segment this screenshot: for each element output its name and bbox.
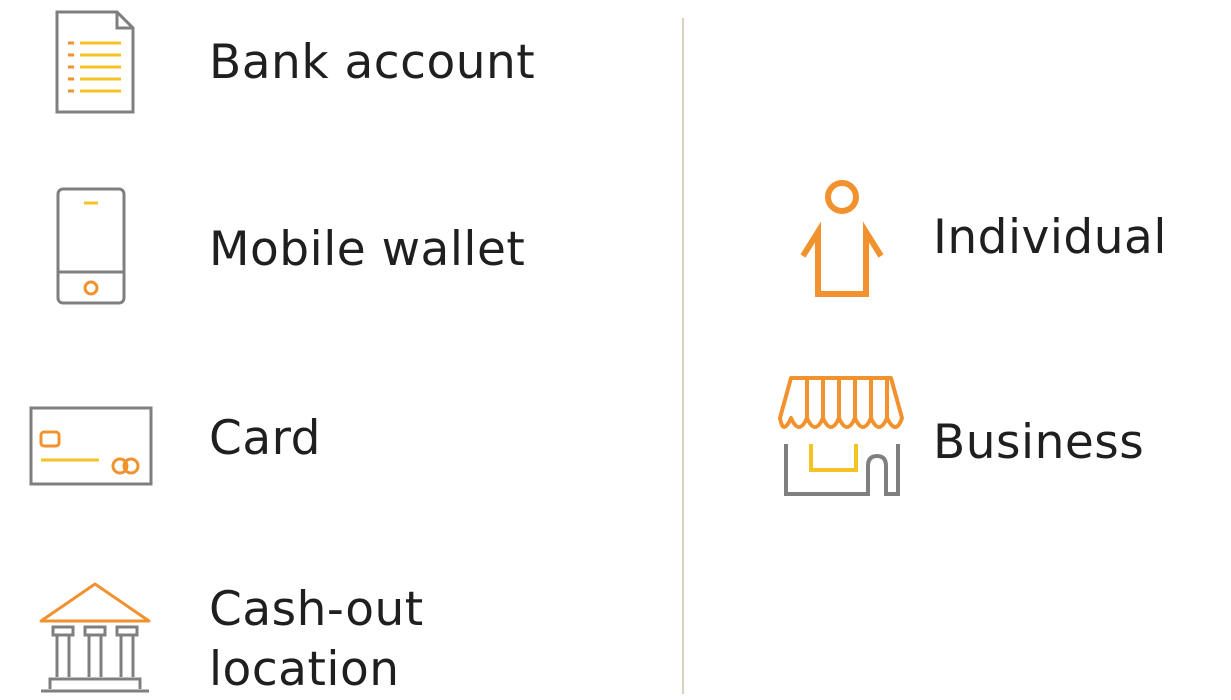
card-label: Card (209, 411, 321, 466)
bank-building-icon (39, 582, 151, 693)
mobile-wallet-label: Mobile wallet (209, 222, 526, 277)
cash-out-label-line1: Cash-out (209, 582, 424, 637)
cash-out-label-line2: location (209, 642, 400, 697)
person-icon (800, 180, 884, 297)
column-divider (682, 18, 684, 694)
document-list-icon (55, 10, 135, 114)
individual-label: Individual (933, 210, 1167, 265)
credit-card-icon (29, 406, 153, 486)
mobile-phone-icon (56, 187, 126, 305)
bank-account-label: Bank account (209, 35, 536, 90)
business-label: Business (933, 415, 1145, 470)
storefront-icon (778, 376, 904, 496)
